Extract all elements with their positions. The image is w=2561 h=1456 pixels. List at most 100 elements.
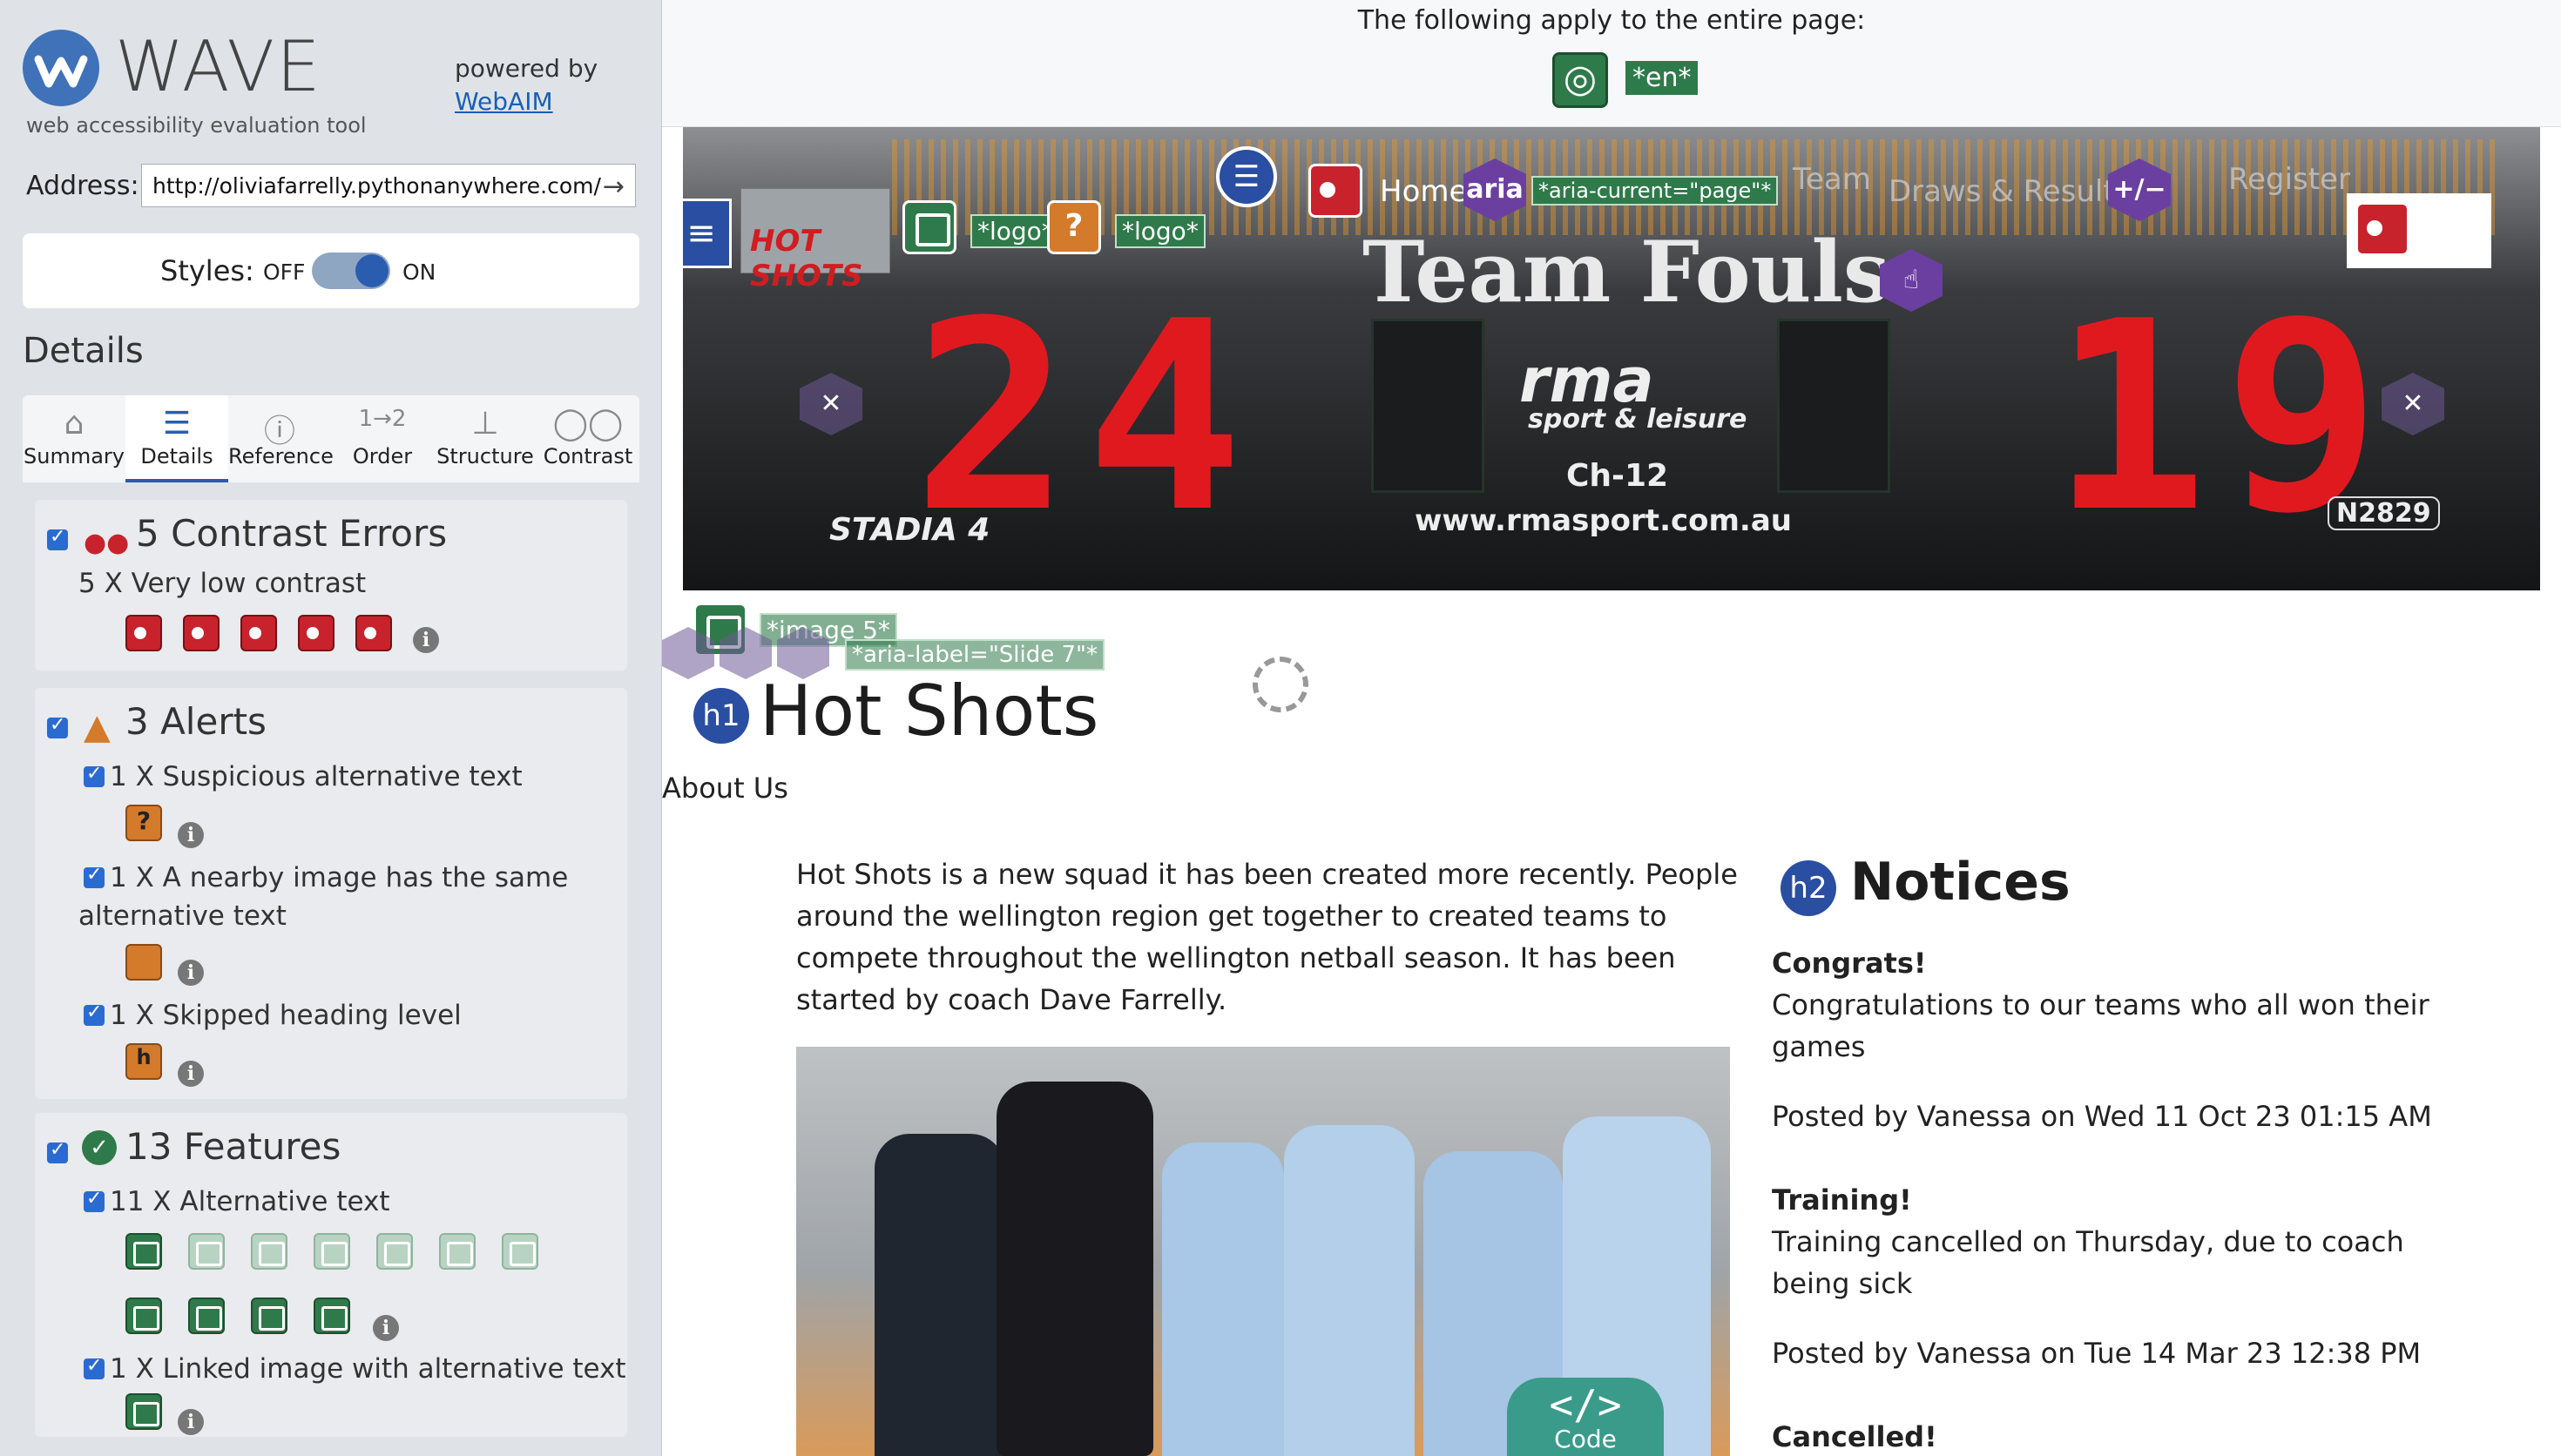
alt-text-icon[interactable]: [376, 1233, 413, 1270]
suspicious-alt-icon[interactable]: ?: [125, 805, 162, 841]
alert-item-checkbox[interactable]: [84, 763, 105, 787]
player-figure: [875, 1134, 1005, 1456]
alert-item-checkbox[interactable]: [84, 1001, 105, 1026]
contrast-error-icon[interactable]: [183, 615, 220, 651]
errors-item[interactable]: 5 X Very low contrast: [78, 564, 366, 603]
apply-text: The following apply to the entire page:: [1357, 5, 1866, 36]
info-icon[interactable]: i: [373, 1315, 399, 1341]
page-title: Hot Shots: [760, 671, 1099, 752]
tab-summary[interactable]: ⌂ Summary: [23, 395, 125, 482]
info-icon[interactable]: i: [178, 1409, 204, 1435]
feature-check-icon: ✓: [82, 1130, 117, 1165]
alert-suspicious-alt[interactable]: 1 X Suspicious alternative text: [110, 758, 523, 796]
powered-by: powered by WebAIM: [455, 52, 598, 118]
wave-logo-icon[interactable]: [23, 30, 99, 106]
suspicious-alt-icon[interactable]: ?: [1047, 200, 1101, 254]
list-structure-icon[interactable]: ☰: [1216, 146, 1277, 207]
info-icon[interactable]: i: [178, 822, 204, 848]
h1-badge[interactable]: h1: [693, 688, 749, 744]
nav-register[interactable]: Register: [2228, 162, 2350, 197]
contrast-error-icon[interactable]: [1308, 164, 1362, 218]
language-globe-icon[interactable]: ◎: [1552, 52, 1608, 108]
alt-text-icon[interactable]: [188, 1298, 225, 1334]
contrast-error-icon[interactable]: [125, 615, 162, 651]
alt-text-icon[interactable]: [251, 1298, 287, 1334]
alert-skipped-heading[interactable]: 1 X Skipped heading level: [110, 996, 462, 1035]
contrast-error-icon: ●●: [84, 528, 130, 558]
code-icon: </>: [1549, 1381, 1622, 1428]
info-icon: ⓘ: [263, 414, 295, 449]
tab-order[interactable]: 1→2 Order: [331, 395, 434, 482]
rma-url: www.rmasport.com.au: [1415, 503, 1792, 538]
notice-item: Congrats! Congratulations to our teams w…: [1772, 942, 2451, 1068]
alt-text-icon[interactable]: [314, 1233, 350, 1270]
contrast-error-icon[interactable]: [355, 615, 392, 651]
feature-item-checkbox[interactable]: [84, 1355, 105, 1379]
feature-alt-text[interactable]: 11 X Alternative text: [110, 1183, 390, 1221]
nav-home[interactable]: Home: [1380, 174, 1467, 209]
nav-draws-results[interactable]: Draws & Results: [1889, 174, 2130, 209]
alt-text-icon[interactable]: [251, 1233, 287, 1270]
styles-label: Styles:: [160, 254, 254, 287]
features-checkbox[interactable]: [47, 1139, 68, 1163]
linked-image-alt-icon[interactable]: [902, 200, 956, 254]
same-alt-icon[interactable]: [125, 944, 162, 981]
contrast-error-icon[interactable]: [298, 615, 334, 651]
arrow-right-icon[interactable]: →: [603, 172, 625, 202]
rma-tagline: sport & leisure: [1528, 404, 1747, 435]
tab-contrast[interactable]: ◯◯ Contrast: [537, 395, 639, 482]
css-structure-icon[interactable]: ≡: [683, 199, 732, 268]
alerts-heading: 3 Alerts: [125, 700, 267, 743]
webaim-link[interactable]: WebAIM: [455, 87, 553, 116]
alt-text-icon[interactable]: [439, 1233, 476, 1270]
styles-toggle[interactable]: [312, 253, 390, 289]
address-input[interactable]: http://oliviafarrelly.pythonanywhere.com…: [141, 164, 636, 207]
contrast-error-icon[interactable]: [240, 615, 277, 651]
contrast-error-icon[interactable]: [2355, 202, 2409, 256]
alt-text-icon[interactable]: [125, 1233, 162, 1270]
alt-text-icon[interactable]: [314, 1298, 350, 1334]
list-icon: ☰: [162, 406, 192, 442]
info-icon[interactable]: i: [178, 960, 204, 986]
aria-current-tag: *aria-current="page"*: [1531, 176, 1779, 206]
h2-badge[interactable]: h2: [1781, 860, 1836, 916]
tab-details[interactable]: ☰ Details: [125, 395, 228, 482]
slide-aria-label-tag: *aria-label="Slide 7"*: [845, 639, 1105, 671]
hero-carousel: Team Fouls 24 19 rma sport & leisure Ch-…: [683, 127, 2540, 590]
notice-title: Congrats!: [1772, 947, 1927, 980]
stadia-label: STADIA 4: [829, 512, 990, 548]
alt-text-icon[interactable]: [125, 1298, 162, 1334]
errors-checkbox[interactable]: [47, 526, 68, 550]
info-icon[interactable]: i: [413, 627, 439, 653]
code-label: Code: [1554, 1425, 1617, 1453]
address-label: Address:: [26, 171, 139, 201]
info-icon[interactable]: i: [178, 1061, 204, 1087]
alerts-checkbox[interactable]: [47, 714, 68, 738]
player-figure: [1162, 1143, 1284, 1456]
tab-structure[interactable]: ⊥ Structure: [434, 395, 537, 482]
structure-icon: ⊥: [471, 406, 499, 442]
site-logo[interactable]: HOT SHOTS: [740, 188, 890, 293]
wave-tabs: ⌂ Summary ☰ Details ⓘ Reference 1→2 Orde…: [23, 395, 639, 482]
notice-body: Training cancelled on Thursday, due to c…: [1772, 1225, 2404, 1300]
tab-reference[interactable]: ⓘ Reference: [228, 395, 334, 482]
alert-same-alt[interactable]: 1 X A nearby image has the same alternat…: [78, 859, 601, 935]
linked-image-icon[interactable]: [125, 1393, 162, 1430]
skipped-heading-icon[interactable]: h: [125, 1043, 162, 1080]
code-button[interactable]: </> Code: [1507, 1378, 1664, 1456]
player-figure: [997, 1082, 1153, 1456]
alt-text-icon[interactable]: [188, 1233, 225, 1270]
nav-team[interactable]: Team: [1793, 162, 1871, 197]
language-tag: *en*: [1625, 61, 1699, 95]
feature-linked-image[interactable]: 1 X Linked image with alternative text: [110, 1350, 626, 1388]
about-us-link[interactable]: About Us: [662, 772, 788, 805]
dim-digit: [1777, 319, 1890, 493]
alt-text-icon[interactable]: [502, 1233, 538, 1270]
contrast-icon: ◯◯: [552, 406, 624, 442]
tab-label: Order: [352, 444, 413, 468]
alert-triangle-icon: ▲: [84, 707, 111, 747]
page-level-bar: The following apply to the entire page: …: [662, 0, 2561, 127]
feature-item-checkbox[interactable]: [84, 1188, 105, 1212]
notice-title: Cancelled!: [1772, 1420, 1937, 1453]
loading-spinner-icon: [1253, 657, 1308, 712]
